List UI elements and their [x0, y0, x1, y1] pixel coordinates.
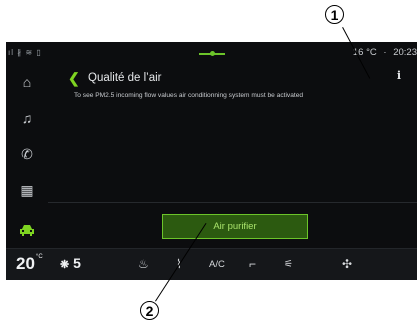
- callout-one: 1: [325, 5, 344, 24]
- fan-level: 5: [73, 255, 81, 271]
- ac-button[interactable]: A/C: [209, 259, 225, 270]
- divider: [48, 202, 417, 203]
- temperature-control[interactable]: 20°C: [16, 254, 43, 274]
- connectivity-icons: ıl ∦ ≋ ▯: [8, 48, 42, 57]
- seat-icon[interactable]: ⌐: [249, 257, 256, 271]
- rear-defrost-icon[interactable]: ⚟: [284, 259, 293, 270]
- temperature-value: 20: [16, 254, 35, 273]
- sidebar: ⌂ ♫ ✆ ▦: [6, 64, 48, 248]
- fan-control[interactable]: ❋ 5: [60, 255, 81, 271]
- page-title: Qualité de l’air: [88, 72, 162, 84]
- air-purifier-button[interactable]: Air purifier: [162, 214, 308, 239]
- car-icon-shape: [20, 225, 34, 236]
- car-icon[interactable]: [6, 212, 48, 248]
- phone-icon[interactable]: ✆: [6, 136, 48, 172]
- temperature-unit: °C: [35, 254, 43, 260]
- climate-bar: 20°C ❋ 5 ♨ ⌇ A/C ⌐ ⚟ ✣: [6, 248, 417, 280]
- infotainment-screen: ıl ∦ ≋ ▯ 16 °C · 20:23 ⌂ ♫ ✆ ▦ ❮ Qualité…: [6, 42, 417, 280]
- callout-two: 2: [140, 301, 159, 320]
- back-button[interactable]: ❮: [68, 71, 80, 85]
- status-separator: ·: [383, 47, 387, 58]
- clock: 20:23: [393, 47, 417, 58]
- music-icon[interactable]: ♫: [6, 100, 48, 136]
- info-icon[interactable]: i: [397, 69, 401, 82]
- steering-heat-icon[interactable]: ♨: [138, 257, 149, 271]
- info-message: To see PM2.5 incoming flow values air co…: [74, 92, 304, 99]
- apps-icon[interactable]: ▦: [6, 172, 48, 208]
- home-icon[interactable]: ⌂: [6, 64, 48, 100]
- auto-climate-icon[interactable]: ✣: [342, 257, 352, 271]
- page-indicator: [199, 51, 225, 56]
- fan-icon: ❋: [60, 259, 70, 271]
